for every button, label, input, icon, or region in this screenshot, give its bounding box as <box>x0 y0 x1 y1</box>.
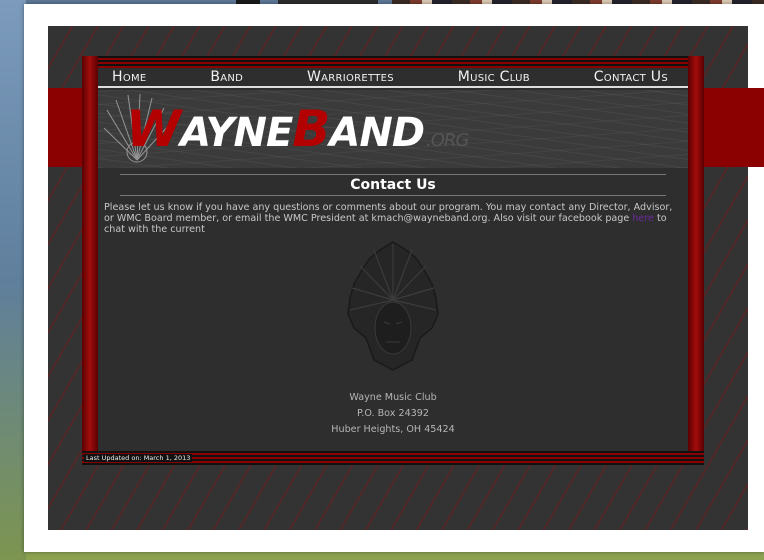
contact-paragraph: Please let us know if you have any quest… <box>104 202 678 235</box>
address-line-2: P.O. Box 24392 <box>356 408 429 419</box>
title-rule-top <box>120 174 666 175</box>
nav-contact-us-link[interactable]: Contact Us <box>594 69 668 85</box>
top-stripes <box>98 56 688 68</box>
logo-text-ayne: AYNE <box>180 110 293 156</box>
footer-stripes: Last Updated on: March 1, 2013 <box>82 451 704 465</box>
desktop-background <box>0 0 26 560</box>
page-title: Contact Us <box>350 177 436 193</box>
main-nav: Home Band Warriorettes Music Club Contac… <box>98 68 688 88</box>
last-updated-text: Last Updated on: March 1, 2013 <box>84 454 193 462</box>
content-panel: Home Band Warriorettes Music Club Contac… <box>82 56 704 465</box>
logo-org: .ORG <box>426 130 469 151</box>
site-logo[interactable]: WAYNEBAND .ORG <box>126 104 469 156</box>
title-rule-bottom <box>120 195 666 196</box>
logo-text-and: AND <box>329 110 425 156</box>
address-line-3: Huber Heights, OH 45424 <box>331 424 455 435</box>
chief-headdress-icon <box>347 241 439 371</box>
nav-warriorettes-link[interactable]: Warriorettes <box>307 69 394 85</box>
nav-band-link[interactable]: Band <box>210 69 243 85</box>
contact-text-start: Please let us know if you have any quest… <box>104 202 673 224</box>
logo-letter-b: B <box>292 100 330 158</box>
page-title-block: Contact Us <box>120 174 666 196</box>
header-banner: WAYNEBAND .ORG <box>98 90 688 168</box>
mailing-address: Wayne Music Club P.O. Box 24392 Huber He… <box>82 390 704 438</box>
logo-letter-w: W <box>126 100 181 158</box>
nav-home-link[interactable]: Home <box>112 69 147 85</box>
facebook-link[interactable]: here <box>632 213 654 224</box>
nav-music-club-link[interactable]: Music Club <box>458 69 530 85</box>
address-line-1: Wayne Music Club <box>349 392 437 403</box>
